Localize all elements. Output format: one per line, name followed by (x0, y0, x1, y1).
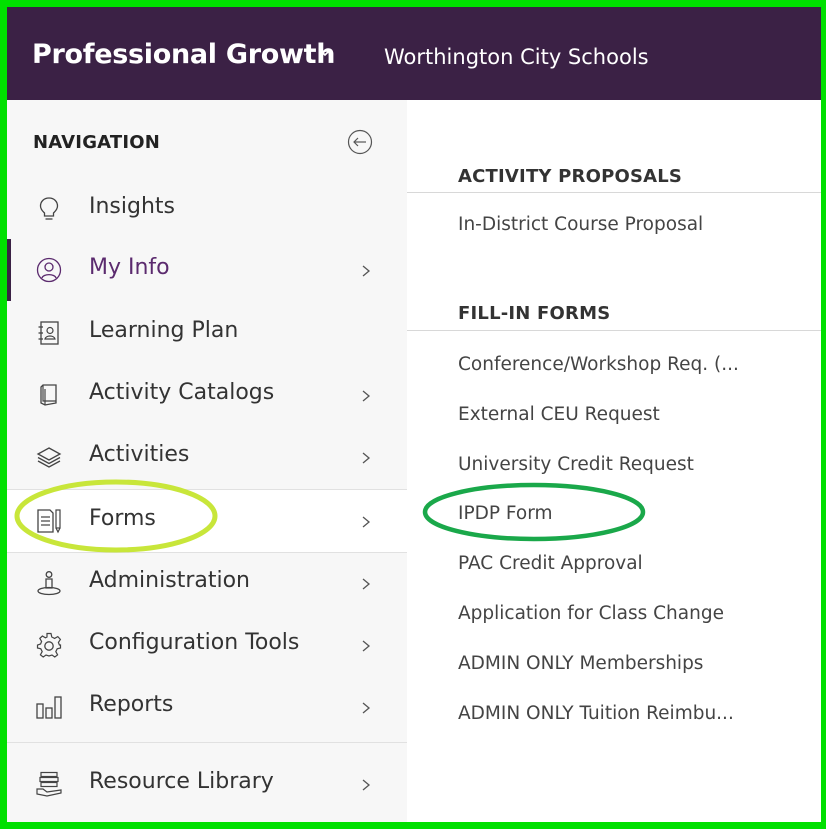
chevron-down-icon[interactable] (319, 47, 331, 59)
chevron-right-icon (362, 452, 371, 464)
gear-icon (36, 632, 62, 658)
section-title-activity-proposals: ACTIVITY PROPOSALS (458, 166, 683, 187)
bar-chart-icon (36, 696, 62, 719)
sidebar-item-label: Reports (89, 692, 174, 717)
collapse-left-icon[interactable] (346, 128, 374, 156)
org-name: Worthington City Schools (384, 45, 649, 69)
divider (7, 742, 407, 743)
sidebar-item-label: Resource Library (89, 769, 274, 794)
submenu-link[interactable]: PAC Credit Approval (458, 553, 643, 574)
chevron-right-icon (362, 516, 371, 528)
sidebar-item-label: Activity Catalogs (89, 380, 275, 405)
chevron-right-icon (362, 779, 371, 791)
active-indicator (7, 239, 11, 301)
library-books-icon (36, 771, 62, 797)
sidebar-item-label: My Info (89, 255, 170, 280)
submenu-link[interactable]: External CEU Request (458, 404, 660, 425)
sidebar-item-label: Insights (89, 194, 176, 219)
sidebar-item-activity-catalogs[interactable]: Activity Catalogs (7, 364, 407, 426)
layers-icon (36, 447, 62, 468)
sidebar-item-label: Learning Plan (89, 318, 239, 343)
sidebar-item-label: Administration (89, 568, 250, 593)
nav-heading: NAVIGATION (33, 132, 161, 153)
app-frame: Professional Growth Worthington City Sch… (0, 0, 826, 829)
section-title-fill-in-forms: FILL-IN FORMS (458, 303, 611, 324)
section-divider (407, 192, 821, 193)
user-circle-icon (36, 257, 62, 283)
top-bar: Professional Growth Worthington City Sch… (7, 7, 821, 100)
forms-submenu: ACTIVITY PROPOSALS In-District Course Pr… (407, 100, 821, 822)
chevron-right-icon (362, 640, 371, 652)
sidebar-item-learning-plan[interactable]: Learning Plan (7, 302, 407, 364)
submenu-link[interactable]: Application for Class Change (458, 603, 724, 624)
sidebar-item-resource-library[interactable]: Resource Library (7, 753, 407, 815)
submenu-link[interactable]: ADMIN ONLY Tuition Reimbu... (458, 703, 734, 724)
sidebar: NAVIGATION Insights My Info Learning Pla… (7, 100, 408, 822)
sidebar-item-label: Configuration Tools (89, 630, 300, 655)
chevron-right-icon (362, 265, 371, 277)
submenu-link[interactable]: In-District Course Proposal (458, 214, 703, 235)
submenu-link[interactable]: Conference/Workshop Req. (... (458, 354, 739, 375)
book-icon (40, 384, 57, 406)
chevron-right-icon (362, 702, 371, 714)
admin-person-icon (37, 571, 61, 596)
annotation-ellipse-ipdp (422, 482, 646, 542)
sidebar-item-my-info[interactable]: My Info (7, 239, 407, 301)
app-title[interactable]: Professional Growth (32, 39, 335, 70)
chevron-right-icon (362, 578, 371, 590)
section-divider (407, 330, 821, 331)
sidebar-item-configuration-tools[interactable]: Configuration Tools (7, 614, 407, 676)
sidebar-item-administration[interactable]: Administration (7, 552, 407, 614)
sidebar-item-reports[interactable]: Reports (7, 676, 407, 738)
submenu-link[interactable]: ADMIN ONLY Memberships (458, 653, 703, 674)
annotation-ellipse-forms (14, 479, 218, 553)
submenu-link[interactable]: University Credit Request (458, 454, 694, 475)
chevron-right-icon (362, 390, 371, 402)
sidebar-item-label: Activities (89, 442, 190, 467)
sidebar-item-insights[interactable]: Insights (7, 178, 407, 240)
contact-book-icon (38, 321, 59, 345)
lightbulb-icon (39, 197, 59, 220)
